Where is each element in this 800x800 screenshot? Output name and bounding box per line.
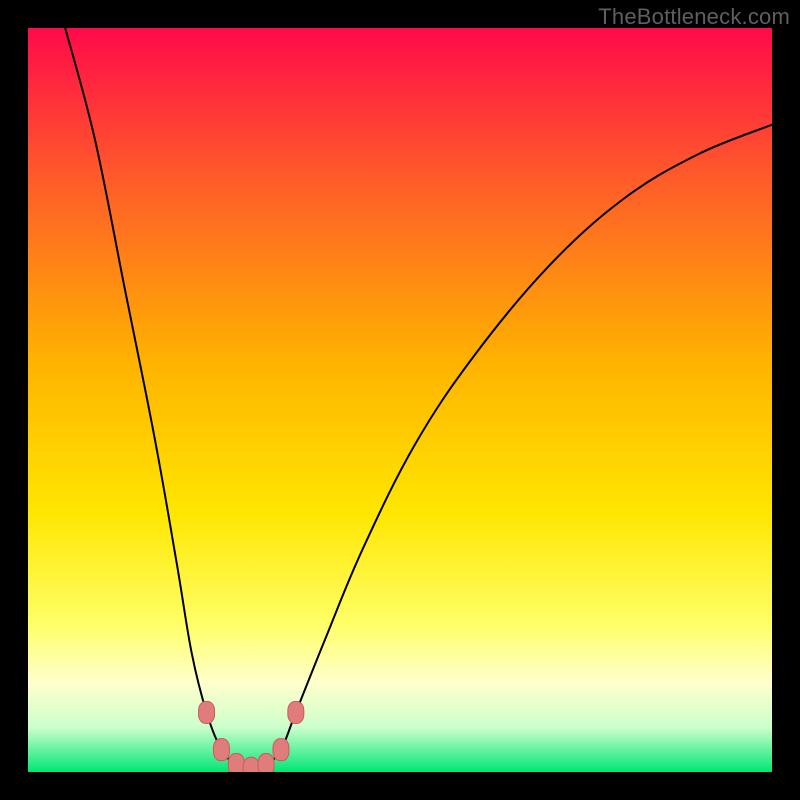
- curve-marker: [273, 739, 289, 761]
- curve-marker: [258, 754, 274, 772]
- chart-canvas: TheBottleneck.com: [0, 0, 800, 800]
- curve-marker: [213, 739, 229, 761]
- watermark-text: TheBottleneck.com: [598, 4, 790, 30]
- curve-marker: [228, 754, 244, 772]
- curve-marker: [288, 701, 304, 723]
- plot-area: [28, 28, 772, 772]
- gradient-background: [28, 28, 772, 772]
- curve-marker: [243, 757, 259, 772]
- curve-marker: [199, 701, 215, 723]
- bottleneck-curve-chart: [28, 28, 772, 772]
